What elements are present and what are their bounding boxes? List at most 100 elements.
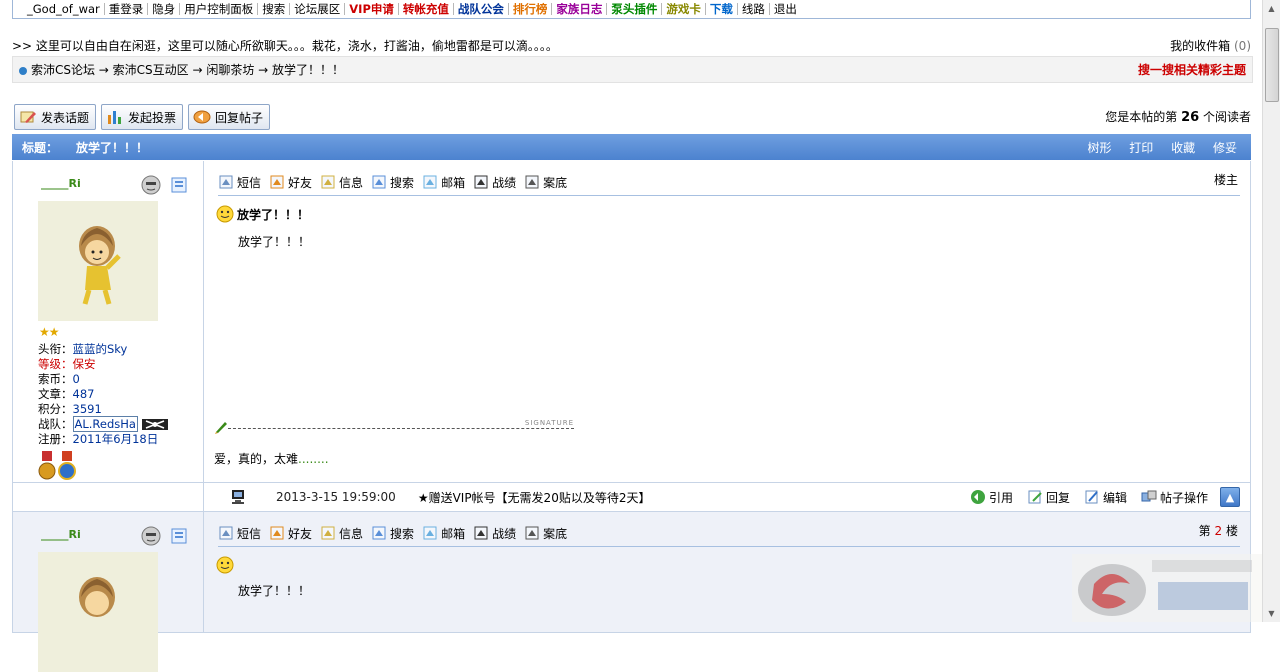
- print-link[interactable]: 打印: [1129, 141, 1153, 155]
- profile-card-icon[interactable]: [171, 177, 187, 193]
- scroll-thumb[interactable]: [1265, 28, 1279, 102]
- avatar: [38, 552, 158, 672]
- user-posts: 487: [72, 387, 95, 401]
- user-rank: 蓝蓝的Sky: [72, 342, 128, 356]
- forum-page: _God_of_war 重登录 隐身 用户控制面板 搜索 论坛展区 VIP申请 转帐充值 战队公…: [12, 0, 1253, 672]
- reader-count: 您是本帖的第 26 个阅读者: [1105, 110, 1251, 125]
- tool-info-button[interactable]: 信息: [320, 525, 363, 542]
- avatar-cartoon-icon: [79, 226, 121, 305]
- tool-info-button[interactable]: 信息: [320, 174, 363, 191]
- smiley-icon: [216, 205, 234, 223]
- profile-card-icon[interactable]: [171, 528, 187, 544]
- tool-message-button[interactable]: 短信: [218, 174, 261, 191]
- tool-record-button[interactable]: 案底: [524, 525, 567, 542]
- tool-stats-button[interactable]: 战绩: [473, 525, 516, 542]
- breadcrumb-path[interactable]: 索沛CS论坛 → 索沛CS互动区 → 闲聊茶坊 → 放学了！！！: [31, 63, 344, 77]
- tool-record-button[interactable]: 案底: [524, 174, 567, 191]
- stats-icon: [474, 526, 488, 540]
- new-poll-button[interactable]: 发起投票: [101, 104, 184, 130]
- post-footer: 2013-3-15 19:59:00 ★赠送VIP帐号【无需发20贴以及等待2天…: [12, 482, 1251, 512]
- info-icon: [321, 175, 335, 189]
- nav-item-8[interactable]: 战队公会: [452, 3, 508, 15]
- username[interactable]: _____Ri: [41, 528, 81, 541]
- tool-mail-button[interactable]: 邮箱: [422, 174, 465, 191]
- stats-icon: [474, 175, 488, 189]
- message-icon: [219, 526, 233, 540]
- back-to-top-icon[interactable]: ▲: [1220, 487, 1240, 507]
- pencil-icon: [215, 422, 227, 434]
- nav-item-11[interactable]: 泵头插件: [606, 3, 661, 15]
- user-face-icon: [141, 526, 161, 546]
- topic-title-label: 标题：: [22, 140, 59, 155]
- nav-item-3[interactable]: 用户控制面板: [179, 3, 257, 15]
- nav-item-0[interactable]: _God_of_war: [23, 3, 104, 15]
- nav-item-9[interactable]: 排行榜: [507, 3, 552, 15]
- info-icon: [321, 526, 335, 540]
- post-2: _____Ri 短信 好友 信息 搜索 邮箱 战绩 案底 第 2 楼 放学了！！！: [12, 512, 1251, 672]
- post-body: 放学了！！！: [238, 235, 311, 249]
- search-icon: [372, 526, 386, 540]
- edit-topic-link[interactable]: 修妥: [1213, 141, 1237, 155]
- breadcrumb: 索沛CS论坛 → 索沛CS互动区 → 闲聊茶坊 → 放学了！！！ 搜一搜相关精彩…: [12, 56, 1253, 83]
- nav-item-15[interactable]: 退出: [768, 3, 801, 15]
- inbox-count: (0): [1234, 38, 1251, 53]
- nav-item-2[interactable]: 隐身: [147, 3, 179, 15]
- post-actions-button[interactable]: 帖子操作: [1141, 489, 1208, 506]
- new-topic-button[interactable]: 发表话题: [14, 104, 97, 130]
- search-related-link[interactable]: 搜一搜相关精彩主题: [1138, 61, 1246, 78]
- message-icon: [219, 175, 233, 189]
- top-nav: _God_of_war 重登录 隐身 用户控制面板 搜索 论坛展区 VIP申请 转帐充值 战队公…: [12, 0, 1251, 19]
- search-icon: [372, 175, 386, 189]
- scroll-up-icon[interactable]: ▲: [1264, 1, 1279, 16]
- username[interactable]: _____Ri: [41, 177, 81, 190]
- user-team-link[interactable]: AL.RedsHa: [72, 416, 138, 432]
- announcement-text: >> 这里可以自由自在闲逛，这里可以随心所欲聊天。。。栽花，浇水，打酱油，偷地雷…: [12, 38, 558, 53]
- floor-label: 第 2 楼: [1198, 524, 1238, 538]
- quote-icon: [970, 490, 985, 504]
- tree-view-link[interactable]: 树形: [1087, 141, 1111, 155]
- tools-icon: [1141, 490, 1157, 502]
- reply-icon: [193, 110, 211, 124]
- tool-stats-button[interactable]: 战绩: [473, 174, 516, 191]
- tool-message-button[interactable]: 短信: [218, 525, 261, 542]
- inbox-link[interactable]: 我的收件箱 (0): [1170, 37, 1251, 54]
- tool-mail-button[interactable]: 邮箱: [422, 525, 465, 542]
- favorite-link[interactable]: 收藏: [1171, 141, 1195, 155]
- tool-friends-button[interactable]: 好友: [269, 174, 312, 191]
- nav-item-12[interactable]: 游戏卡: [661, 3, 705, 15]
- medal-icon: [58, 451, 76, 480]
- tool-friends-button[interactable]: 好友: [269, 525, 312, 542]
- user-level: 保安: [72, 357, 96, 371]
- friends-icon: [270, 175, 284, 189]
- nav-item-1[interactable]: 重登录: [103, 3, 148, 15]
- reply-button[interactable]: 回复: [1027, 489, 1070, 506]
- avatar: [38, 201, 158, 321]
- nav-item-7[interactable]: 转帐充值: [397, 3, 453, 15]
- reply-post-button[interactable]: 回复帖子: [188, 104, 271, 130]
- nav-item-14[interactable]: 线路: [736, 3, 769, 15]
- record-icon: [525, 526, 539, 540]
- post-body: 放学了！！！: [238, 584, 311, 598]
- tool-search-button[interactable]: 搜索: [371, 174, 414, 191]
- vertical-scrollbar[interactable]: ▲ ▼: [1262, 0, 1280, 622]
- user-score: 3591: [72, 402, 102, 416]
- reader-number: 26: [1181, 110, 1200, 125]
- vip-promo-link[interactable]: ★赠送VIP帐号【无需发20贴以及等待2天】: [418, 489, 651, 506]
- nav-item-6[interactable]: VIP申请: [344, 3, 398, 15]
- nav-item-13[interactable]: 下载: [704, 3, 737, 15]
- post-title: [216, 556, 237, 574]
- user-info: 头衔：蓝蓝的Sky 等级：保安 索币：0 文章：487 积分：3591 战队： A…: [38, 342, 168, 447]
- edit-button[interactable]: 编辑: [1084, 489, 1127, 506]
- signature: 爱，真的，太难........: [214, 452, 329, 466]
- user-panel: _____Ri: [13, 512, 204, 672]
- quote-button[interactable]: 引用: [970, 489, 1013, 506]
- nav-item-10[interactable]: 家族日志: [551, 3, 606, 15]
- scroll-down-icon[interactable]: ▼: [1264, 606, 1279, 621]
- topic-title-bar: 标题： 放学了！！！ 树形 打印 收藏 修妥: [12, 134, 1251, 160]
- nav-item-5[interactable]: 论坛展区: [289, 3, 344, 15]
- user-face-icon: [141, 175, 161, 195]
- smiley-icon: [216, 556, 234, 574]
- nav-item-4[interactable]: 搜索: [257, 3, 289, 15]
- mail-icon: [423, 175, 437, 189]
- tool-search-button[interactable]: 搜索: [371, 525, 414, 542]
